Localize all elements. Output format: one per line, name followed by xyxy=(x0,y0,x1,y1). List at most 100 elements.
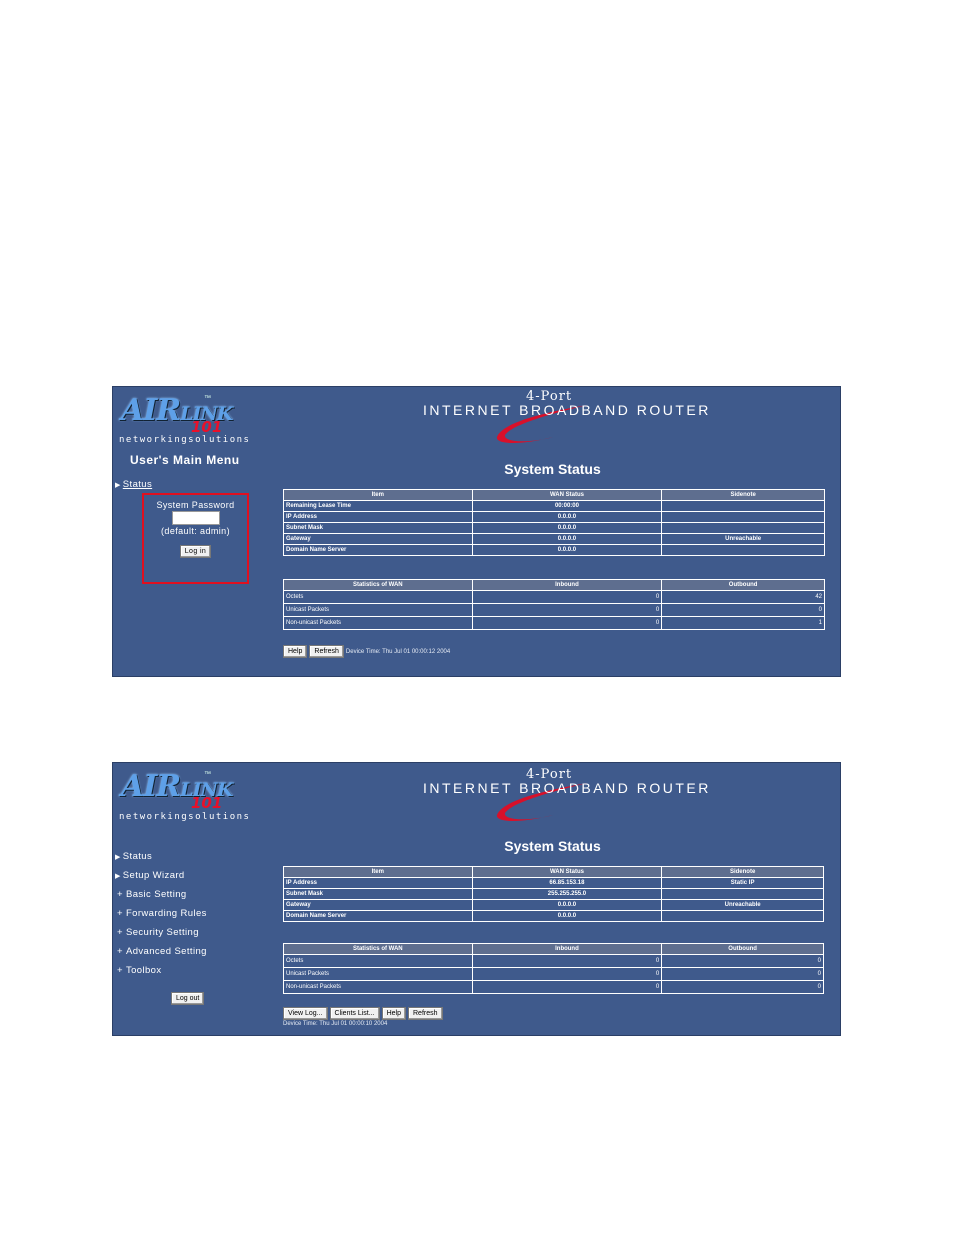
view-log-button[interactable]: View Log... xyxy=(283,1007,328,1020)
stat-label: Octets xyxy=(283,954,473,968)
wan-status-table: Item WAN Status Sidenote Remaining Lease… xyxy=(283,489,825,556)
column-header: Inbound xyxy=(471,579,663,591)
table-row: Non-unicast Packets 0 1 xyxy=(283,616,825,630)
table-header-row: Statistics of WAN Inbound Outbound xyxy=(283,579,825,591)
plus-icon: + xyxy=(117,946,123,957)
table-row: IP Address 0.0.0.0 xyxy=(283,511,825,523)
sidebar-item-forwarding-rules[interactable]: + Forwarding Rules xyxy=(115,904,207,923)
column-header: WAN Status xyxy=(471,489,663,501)
table-row: Subnet Mask 0.0.0.0 xyxy=(283,522,825,534)
sidebar-item-label: Toolbox xyxy=(125,965,162,976)
column-header: Item xyxy=(283,866,473,878)
row-wan-status: 0.0.0.0 xyxy=(471,544,663,556)
sidebar-item-label: Status xyxy=(122,479,153,490)
column-header: Sidenote xyxy=(661,866,824,878)
logo-trademark: ™ xyxy=(204,771,211,778)
refresh-button[interactable]: Refresh xyxy=(309,645,344,658)
row-sidenote xyxy=(661,910,824,922)
row-item: IP Address xyxy=(283,511,473,523)
sidebar-item-toolbox[interactable]: + Toolbox xyxy=(115,961,207,980)
row-item: Domain Name Server xyxy=(283,544,473,556)
default-password-note: (default: admin) xyxy=(161,526,230,536)
footer-bar: View Log... Clients List... Help Refresh xyxy=(283,1007,445,1020)
column-header: Outbound xyxy=(661,943,824,955)
column-header: WAN Status xyxy=(471,866,663,878)
row-item: Subnet Mask xyxy=(283,888,473,900)
sidebar-item-status[interactable]: ▶ Status xyxy=(115,847,207,866)
column-header: Item xyxy=(283,489,473,501)
table-row: Gateway 0.0.0.0 Unreachable xyxy=(283,899,824,911)
sidebar-item-label: Forwarding Rules xyxy=(125,908,207,919)
sidebar-item-status[interactable]: ▶ Status xyxy=(115,475,152,494)
sidebar-item-basic-setting[interactable]: + Basic Setting xyxy=(115,885,207,904)
row-sidenote: Unreachable xyxy=(661,899,824,911)
stat-inbound: 0 xyxy=(471,954,663,968)
logo-number: 101 xyxy=(191,418,223,436)
stat-label: Octets xyxy=(283,590,473,604)
sidebar-item-label: Advanced Setting xyxy=(125,946,207,957)
device-time: Device Time: Thu Jul 01 00:00:10 2004 xyxy=(283,1021,388,1027)
row-sidenote: Static IP xyxy=(661,877,824,889)
clients-list-button[interactable]: Clients List... xyxy=(329,1007,380,1020)
stat-outbound: 0 xyxy=(661,603,825,617)
stat-outbound: 0 xyxy=(661,967,824,981)
sidebar-item-label: Basic Setting xyxy=(125,889,187,900)
sidebar-item-label: Security Setting xyxy=(125,927,199,938)
plus-icon: + xyxy=(117,889,123,900)
login-highlight-box: System Password (default: admin) Log in xyxy=(142,493,249,584)
row-item: Gateway xyxy=(283,899,473,911)
stat-inbound: 0 xyxy=(471,590,663,604)
refresh-button[interactable]: Refresh xyxy=(408,1007,443,1020)
system-password-input[interactable] xyxy=(171,511,220,525)
logo-tagline: networkingsolutions xyxy=(119,435,251,445)
stat-label: Unicast Packets xyxy=(283,603,473,617)
banner-title: INTERNET BROADBAND ROUTER xyxy=(423,780,711,796)
stat-inbound: 0 xyxy=(471,980,663,994)
triangle-right-icon: ▶ xyxy=(115,873,121,880)
logo-tagline: networkingsolutions xyxy=(119,812,251,822)
footer-bar: Help Refresh Device Time: Thu Jul 01 00:00… xyxy=(283,645,450,658)
plus-icon: + xyxy=(117,965,123,976)
stat-inbound: 0 xyxy=(471,616,663,630)
row-item: IP Address xyxy=(283,877,473,889)
row-wan-status: 00:00:00 xyxy=(471,500,663,512)
stat-label: Non-unicast Packets xyxy=(283,616,473,630)
password-label: System Password xyxy=(156,500,235,510)
row-item: Remaining Lease Time xyxy=(283,500,473,512)
log-in-button[interactable]: Log in xyxy=(179,545,212,558)
logo-trademark: ™ xyxy=(204,395,211,402)
help-button[interactable]: Help xyxy=(381,1007,406,1020)
row-wan-status: 255.255.255.0 xyxy=(471,888,663,900)
table-row: Octets 0 42 xyxy=(283,590,825,604)
column-header: Inbound xyxy=(471,943,663,955)
row-wan-status: 0.0.0.0 xyxy=(471,899,663,911)
table-header-row: Item WAN Status Sidenote xyxy=(283,489,825,501)
help-button[interactable]: Help xyxy=(283,645,308,658)
stat-outbound: 0 xyxy=(661,980,824,994)
table-row: Domain Name Server 0.0.0.0 xyxy=(283,910,824,922)
table-header-row: Item WAN Status Sidenote xyxy=(283,866,824,878)
wan-statistics-table: Statistics of WAN Inbound Outbound Octet… xyxy=(283,579,825,630)
sidebar-item-setup-wizard[interactable]: ▶ Setup Wizard xyxy=(115,866,207,885)
sidebar-nav: ▶ Status xyxy=(115,475,152,494)
row-wan-status: 66.85.153.18 xyxy=(471,877,663,889)
main-menu-title: User's Main Menu xyxy=(130,453,240,467)
logout-area: Log out xyxy=(171,987,205,1005)
triangle-right-icon: ▶ xyxy=(115,482,121,489)
router-login-screen: AIRLINK ™ 101 networkingsolutions 4-Port… xyxy=(112,386,841,677)
wan-statistics-table: Statistics of WAN Inbound Outbound Octet… xyxy=(283,943,824,994)
row-sidenote xyxy=(661,888,824,900)
stat-label: Non-unicast Packets xyxy=(283,980,473,994)
sidebar-item-security-setting[interactable]: + Security Setting xyxy=(115,923,207,942)
plus-icon: + xyxy=(117,908,123,919)
row-wan-status: 0.0.0.0 xyxy=(471,533,663,545)
table-header-row: Statistics of WAN Inbound Outbound xyxy=(283,943,824,955)
sidebar-item-advanced-setting[interactable]: + Advanced Setting xyxy=(115,942,207,961)
product-banner: 4-Port INTERNET BROADBAND ROUTER xyxy=(418,389,708,445)
row-wan-status: 0.0.0.0 xyxy=(471,522,663,534)
table-row: Unicast Packets 0 0 xyxy=(283,967,824,981)
sidebar-item-label: Status xyxy=(122,851,153,862)
column-header: Outbound xyxy=(661,579,825,591)
log-out-button[interactable]: Log out xyxy=(171,992,205,1005)
product-banner: 4-Port INTERNET BROADBAND ROUTER xyxy=(418,767,708,823)
